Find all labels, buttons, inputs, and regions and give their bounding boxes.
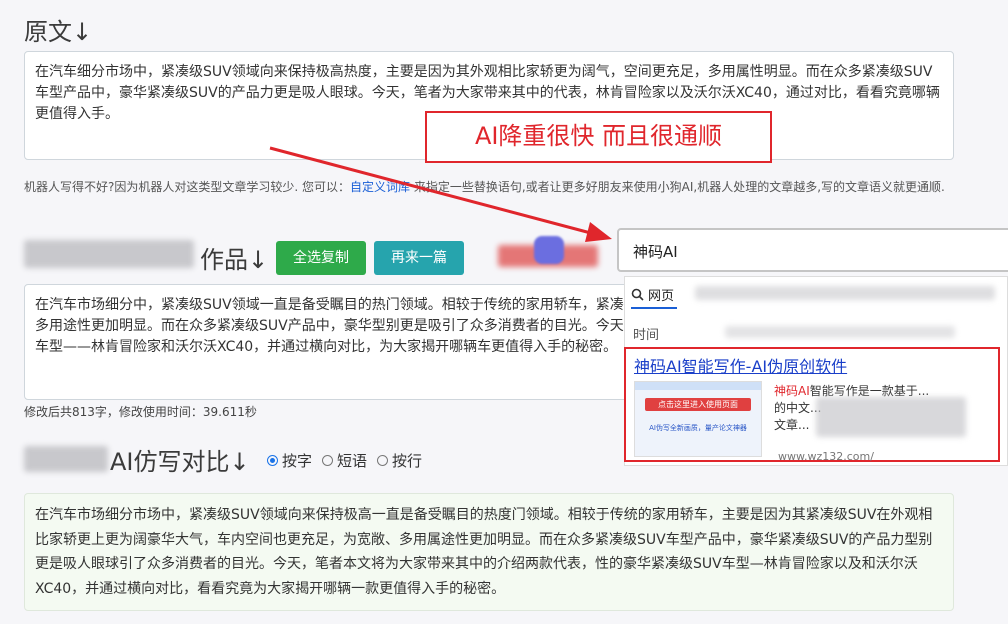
radio-label: 按字 <box>282 452 313 470</box>
tab-web-label: 网页 <box>648 289 675 304</box>
search-result-title[interactable]: 神码AI智能写作-AI伪原创软件 <box>634 353 847 377</box>
compare-text: 在汽车市场细分市场中，紧凑级SUV领域向来保持极高一直是备受瞩目的热度门领域。相… <box>35 507 933 597</box>
thumb-line1: 点击这里进入使用页面 <box>645 398 751 411</box>
radio-dot <box>377 455 389 466</box>
radio-by-phrase[interactable]: 短语 <box>322 450 367 471</box>
snippet-line3: 文章... <box>774 418 810 432</box>
compare-mode-radios: 按字 短语 按行 <box>267 450 432 471</box>
blurred-author-name <box>24 240 194 268</box>
snippet-line2: 的中文... <box>774 401 822 415</box>
snippet-rest: 智能写作是一款基于... <box>809 384 930 398</box>
time-filter-label[interactable]: 时间 <box>633 324 659 343</box>
works-heading: 作品↓ <box>200 246 269 274</box>
works-stats: 修改后共813字，修改使用时间：39.611秒 <box>24 405 257 419</box>
radio-by-line[interactable]: 按行 <box>377 450 422 471</box>
blurred-compare-name <box>24 446 108 472</box>
thumb-line2: AI伪写全新画质，量产论文神器 <box>649 424 747 432</box>
blurred-snippet <box>816 397 966 437</box>
search-icon <box>631 288 644 301</box>
search-box[interactable]: 神码AI <box>617 228 1008 272</box>
compare-box: 在汽车市场细分市场中，紧凑级SUV领域向来保持极高一直是备受瞩目的热度门领域。相… <box>24 493 954 611</box>
radio-label: 短语 <box>337 452 368 470</box>
blurred-tabs <box>695 286 995 300</box>
search-result-url[interactable]: www.wz132.com/ <box>778 450 874 463</box>
search-result-thumbnail[interactable]: 点击这里进入使用页面 AI伪写全新画质，量产论文神器 <box>634 381 762 457</box>
original-heading: 原文↓ <box>24 18 93 46</box>
compare-heading: AI仿写对比↓ <box>110 448 250 476</box>
radio-label: 按行 <box>392 452 423 470</box>
radio-dot <box>322 455 334 466</box>
tab-web[interactable]: 网页 <box>631 285 674 304</box>
blurred-filters <box>725 326 955 338</box>
search-result-card[interactable]: 神码AI智能写作-AI伪原创软件 点击这里进入使用页面 AI伪写全新画质，量产论… <box>624 347 1000 463</box>
tab-underline <box>631 307 677 309</box>
radio-dot <box>267 455 278 466</box>
search-query: 神码AI <box>633 243 678 261</box>
snippet-lead: 神码AI <box>774 384 810 398</box>
radio-by-char[interactable]: 按字 <box>267 450 312 471</box>
pointer-arrow-icon <box>269 146 612 242</box>
